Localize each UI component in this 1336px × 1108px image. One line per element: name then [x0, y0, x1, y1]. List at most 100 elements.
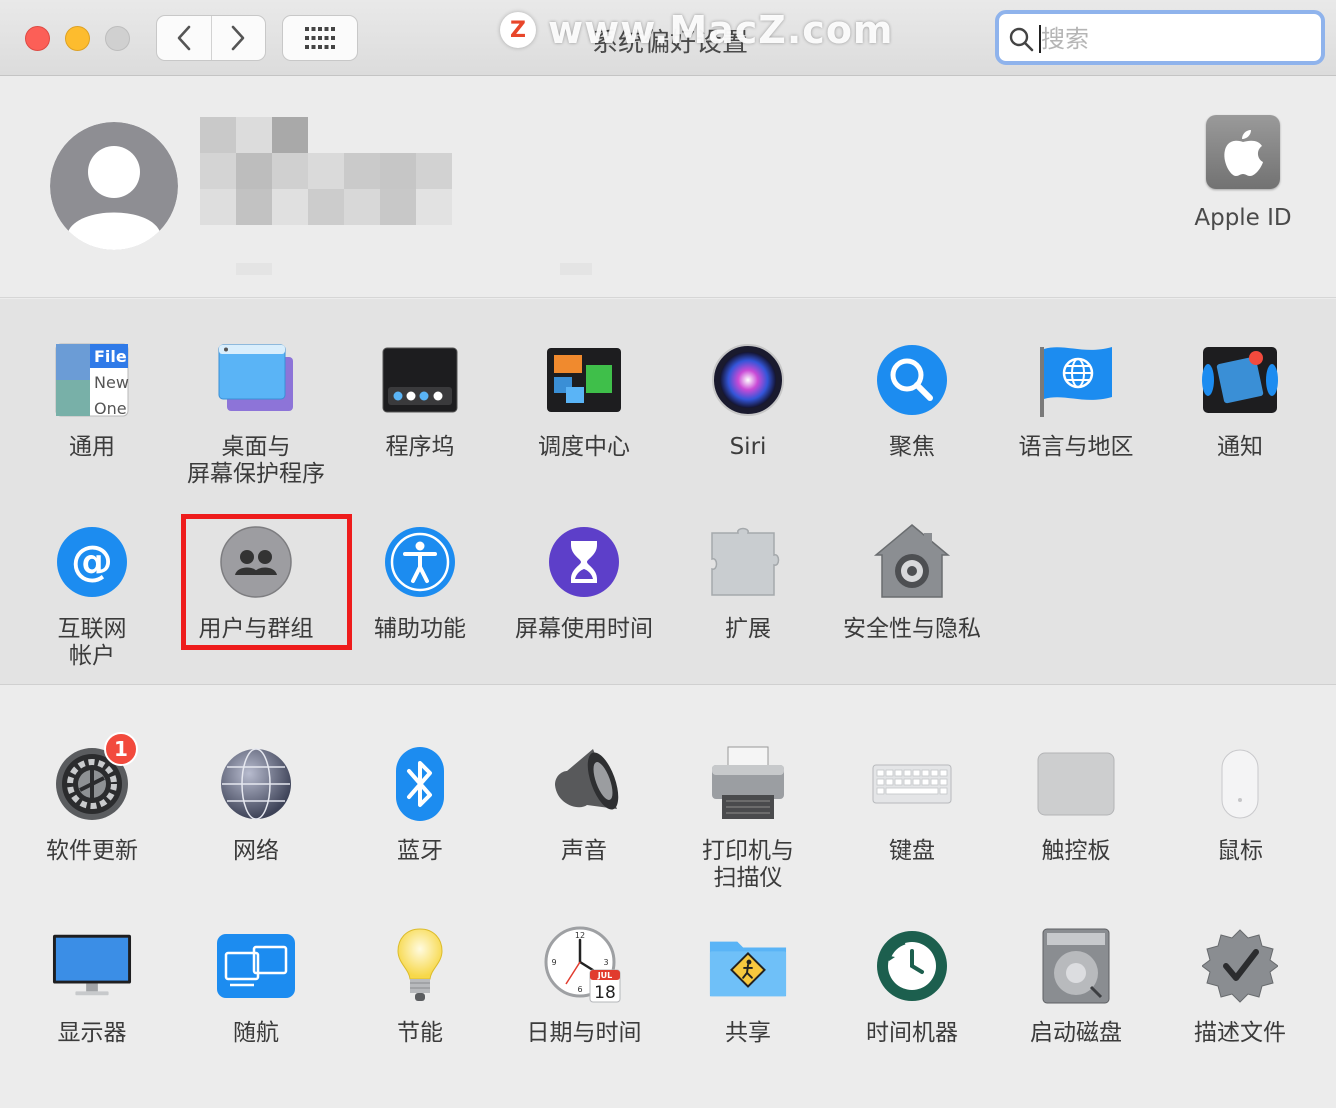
pane-notifications[interactable]: 通知 [1158, 340, 1322, 488]
pane-label: 打印机与 扫描仪 [702, 838, 794, 891]
sharing-folder-icon [708, 926, 788, 1006]
pane-language-region[interactable]: 语言与地区 [994, 340, 1158, 488]
back-button[interactable] [157, 16, 211, 60]
users-groups-highlight [181, 514, 352, 650]
language-region-icon [1036, 340, 1116, 420]
pane-siri[interactable]: Siri [666, 340, 830, 488]
pane-label: 共享 [725, 1020, 771, 1046]
update-count-badge: 1 [104, 732, 138, 766]
hard-disk-icon [1036, 926, 1116, 1006]
svg-text:6: 6 [577, 985, 582, 994]
pane-dock[interactable]: 程序坞 [338, 340, 502, 488]
pane-extensions[interactable]: 扩展 [666, 522, 830, 670]
trackpad-icon [1036, 744, 1116, 824]
pane-label: 屏幕使用时间 [515, 616, 653, 642]
at-sign-icon: @ [52, 522, 132, 602]
pane-label: 声音 [561, 838, 607, 864]
user-avatar[interactable] [50, 122, 178, 250]
light-bulb-icon [380, 926, 460, 1006]
hourglass-icon [544, 522, 624, 602]
redacted-detail [560, 263, 592, 275]
pane-printers-scanners[interactable]: 打印机与 扫描仪 [666, 744, 830, 892]
pane-label: 通用 [69, 434, 115, 460]
pane-profiles[interactable]: 描述文件 [1158, 926, 1322, 1047]
pane-date-time[interactable]: 12 3 6 9 JUL 18 日期与时间 [502, 926, 666, 1047]
siri-icon [708, 340, 788, 420]
pane-desktop-screensaver[interactable]: 桌面与 屏幕保护程序 [174, 340, 338, 488]
pane-mission-control[interactable]: 调度中心 [502, 340, 666, 488]
pane-mouse[interactable]: 鼠标 [1158, 744, 1322, 892]
puzzle-piece-icon [708, 522, 788, 602]
pane-general[interactable]: File New One 通用 [10, 340, 174, 488]
bluetooth-icon [380, 744, 460, 824]
pane-label: 扩展 [725, 616, 771, 642]
account-header: Apple ID [0, 77, 1336, 298]
watermark-text: www.MacZ.com [548, 8, 894, 52]
pane-spotlight[interactable]: 聚焦 [830, 340, 994, 488]
hardware-row-1: 1 软件更新 网络 蓝牙 声音 打印机与 扫描仪 键盘 触控板 鼠标 [10, 732, 1322, 892]
search-field[interactable] [995, 10, 1325, 65]
pane-label: 鼠标 [1217, 838, 1263, 864]
hardware-preferences-section: 1 软件更新 网络 蓝牙 声音 打印机与 扫描仪 键盘 触控板 鼠标 显示器 随… [0, 686, 1336, 1108]
pane-software-update[interactable]: 1 软件更新 [10, 732, 174, 892]
search-input[interactable] [1041, 20, 1311, 58]
notifications-icon [1200, 340, 1280, 420]
close-window-button[interactable] [25, 26, 50, 51]
pane-label: 日期与时间 [526, 1020, 642, 1046]
personal-row-1: File New One 通用 桌面与 屏幕保护程序 程序坞 调度中心 Siri… [10, 340, 1322, 488]
pane-label: 调度中心 [538, 434, 630, 460]
time-machine-icon [872, 926, 952, 1006]
printer-icon [708, 744, 788, 824]
pane-network[interactable]: 网络 [174, 744, 338, 892]
forward-button[interactable] [210, 16, 266, 60]
pane-label: 语言与地区 [1018, 434, 1134, 460]
general-icon-file-text: File [94, 347, 127, 366]
pane-internet-accounts[interactable]: @ 互联网 帐户 [10, 522, 174, 670]
user-silhouette-icon [50, 122, 178, 250]
svg-text:@: @ [71, 536, 113, 585]
apple-id-label: Apple ID [1194, 205, 1292, 231]
apple-id-pane[interactable]: Apple ID [1192, 115, 1294, 231]
pane-label: 程序坞 [385, 434, 455, 460]
magnifying-glass-icon [1009, 27, 1034, 52]
pane-sound[interactable]: 声音 [502, 744, 666, 892]
show-all-button[interactable] [282, 15, 358, 61]
calendar-day-text: 18 [594, 983, 616, 1003]
pane-keyboard[interactable]: 键盘 [830, 744, 994, 892]
pane-energy-saver[interactable]: 节能 [338, 926, 502, 1047]
pane-displays[interactable]: 显示器 [10, 926, 174, 1047]
keyboard-icon [872, 744, 952, 824]
pane-accessibility[interactable]: 辅助功能 [338, 522, 502, 670]
pane-trackpad[interactable]: 触控板 [994, 744, 1158, 892]
pane-bluetooth[interactable]: 蓝牙 [338, 744, 502, 892]
clock-calendar-icon: 12 3 6 9 JUL 18 [544, 926, 624, 1006]
redacted-user-name [195, 117, 455, 229]
security-house-icon [872, 522, 952, 602]
personal-preferences-section: File New One 通用 桌面与 屏幕保护程序 程序坞 调度中心 Siri… [0, 299, 1336, 685]
pane-sidecar[interactable]: 随航 [174, 926, 338, 1047]
pane-startup-disk[interactable]: 启动磁盘 [994, 926, 1158, 1047]
speaker-icon [544, 744, 624, 824]
pane-label: 蓝牙 [397, 838, 443, 864]
title-bar: 系统偏好设置 Z www.MacZ.com [0, 0, 1336, 76]
pane-time-machine[interactable]: 时间机器 [830, 926, 994, 1047]
pane-label: 辅助功能 [374, 616, 466, 642]
pane-security-privacy[interactable]: 安全性与隐私 [830, 522, 994, 670]
accessibility-icon [380, 522, 460, 602]
pane-label: 聚焦 [889, 434, 935, 460]
pane-label: 启动磁盘 [1030, 1020, 1122, 1046]
zoom-window-button[interactable] [105, 26, 130, 51]
mission-control-icon [544, 340, 624, 420]
minimize-window-button[interactable] [65, 26, 90, 51]
pane-screen-time[interactable]: 屏幕使用时间 [502, 522, 666, 670]
redacted-detail [236, 263, 272, 275]
pane-label: 描述文件 [1194, 1020, 1286, 1046]
dock-icon [380, 340, 460, 420]
pane-label: 键盘 [889, 838, 935, 864]
mouse-icon [1200, 744, 1280, 824]
grid-icon [305, 27, 335, 49]
pane-label: 触控板 [1041, 838, 1111, 864]
pane-label: 安全性与隐私 [843, 616, 981, 642]
pane-sharing[interactable]: 共享 [666, 926, 830, 1047]
svg-text:3: 3 [603, 958, 608, 967]
